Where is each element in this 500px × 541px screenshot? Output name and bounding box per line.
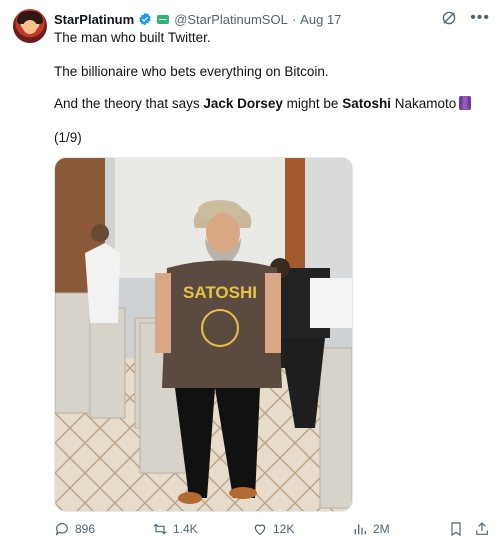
more-options-icon[interactable]: ••• [470, 9, 490, 27]
bookmark-button[interactable] [448, 521, 464, 537]
repost-count: 1.4K [173, 522, 198, 536]
avatar[interactable] [13, 9, 47, 43]
tweet-actions: 896 1.4K 12K 2M [54, 521, 490, 539]
tweet-line-1: The man who built Twitter. [54, 30, 211, 45]
spool-emoji-icon [459, 96, 472, 110]
tweet-line-3-part-c: might be [282, 96, 343, 111]
tweet-line-2: The billionaire who bets everything on B… [54, 64, 329, 79]
photo-illustration: SATOSHI [55, 158, 352, 511]
tweet-top-actions: ••• [440, 9, 490, 27]
author-handle[interactable]: @StarPlatinumSOL [174, 12, 288, 27]
share-button[interactable] [474, 521, 490, 537]
repost-button[interactable]: 1.4K [152, 521, 198, 537]
tweet-line-3-part-a: And the theory that says [54, 96, 204, 111]
reply-count: 896 [75, 522, 96, 536]
bookmark-icon [451, 522, 461, 537]
like-button[interactable]: 12K [252, 521, 294, 537]
tweet-photo[interactable]: SATOSHI [54, 157, 353, 512]
tweet-header: StarPlatinum @StarPlatinumSOL · Aug 17 [54, 10, 341, 28]
jack-dorsey-text: Jack Dorsey [203, 96, 283, 111]
tweet-line-3: And the theory that says Jack Dorsey mig… [54, 95, 474, 113]
reply-button[interactable]: 896 [54, 521, 95, 537]
author-name[interactable]: StarPlatinum [54, 12, 134, 27]
satoshi-text: Satoshi [342, 96, 391, 111]
reply-icon [55, 523, 68, 536]
repost-icon [153, 523, 167, 535]
grok-icon[interactable] [440, 9, 458, 27]
separator-dot: · [291, 11, 297, 27]
shirt-text: SATOSHI [183, 283, 257, 302]
heart-icon [254, 524, 266, 536]
view-count: 2M [373, 522, 390, 536]
views-button[interactable]: 2M [352, 521, 390, 537]
avatar-face [23, 20, 37, 34]
affiliation-badge-icon [157, 14, 170, 24]
share-icon [476, 522, 488, 535]
tweet-date[interactable]: Aug 17 [300, 12, 341, 27]
like-count: 12K [273, 522, 295, 536]
verified-badge-icon [139, 12, 151, 26]
thread-count: (1/9) [54, 130, 82, 145]
views-icon [354, 524, 366, 535]
tweet-line-3-part-e: Nakamoto [390, 96, 457, 111]
